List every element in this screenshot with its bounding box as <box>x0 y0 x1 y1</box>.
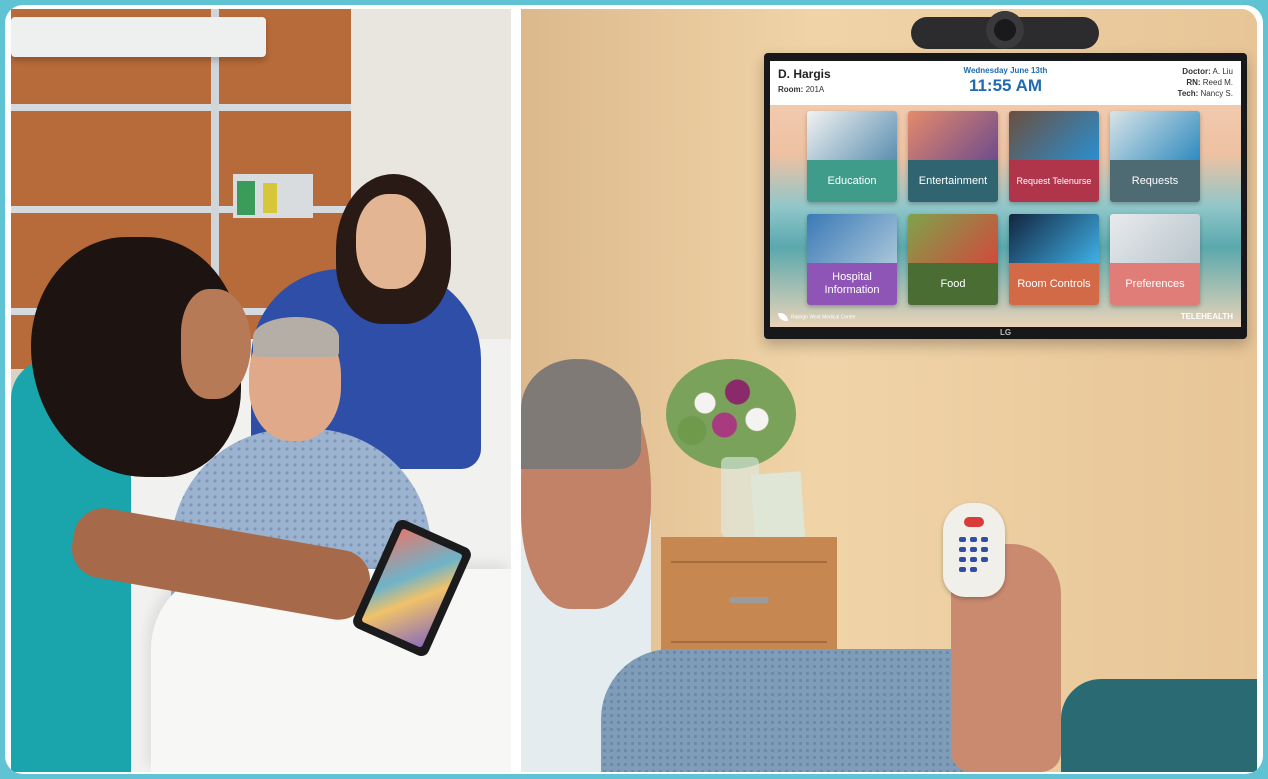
patient-header: D. Hargis Room: 201A Wednesday June 13th… <box>770 61 1241 105</box>
tile-request-telenurse-image <box>1009 111 1099 160</box>
tile-food-image <box>908 214 998 263</box>
rn-value: Reed M. <box>1202 78 1233 87</box>
remote-key-icon <box>981 547 988 552</box>
tv-brand-logo: LG <box>999 328 1012 337</box>
tile-entertainment[interactable]: Entertainment <box>908 111 998 202</box>
blanket <box>1061 679 1257 772</box>
hospital-logo: Raleigh West Medical Center <box>778 313 856 321</box>
rn-row: RN: Reed M. <box>1178 77 1233 88</box>
tile-preferences-image <box>1110 214 1200 263</box>
tile-room-controls-image <box>1009 214 1099 263</box>
patient-hair <box>253 317 339 357</box>
tile-requests-image <box>1110 111 1200 160</box>
tile-hospital-information-image <box>807 214 897 263</box>
remote-key-icon <box>970 547 977 552</box>
tile-education-label: Education <box>807 160 897 202</box>
tile-requests-label: Requests <box>1110 160 1200 202</box>
leaf-icon <box>778 313 788 321</box>
tile-hospital-information-label: Hospital Information <box>807 263 897 305</box>
wall-tv: D. Hargis Room: 201A Wednesday June 13th… <box>764 53 1247 339</box>
tech-label: Tech: <box>1177 89 1199 98</box>
tile-preferences[interactable]: Preferences <box>1110 214 1200 305</box>
tile-room-controls-label: Room Controls <box>1009 263 1099 305</box>
tile-food[interactable]: Food <box>908 214 998 305</box>
rn-label: RN: <box>1186 78 1201 87</box>
tile-food-label: Food <box>908 263 998 305</box>
oxygen-outlet <box>237 181 255 215</box>
tv-screen: D. Hargis Room: 201A Wednesday June 13th… <box>770 61 1241 327</box>
tile-entertainment-image <box>908 111 998 160</box>
remote-key-icon <box>970 537 977 542</box>
drawer-handle <box>729 597 769 603</box>
doctor-label: Doctor: <box>1182 67 1211 76</box>
webcam <box>911 11 1099 49</box>
nurse-face <box>181 289 251 399</box>
remote-key-icon <box>959 567 966 572</box>
tile-preferences-label: Preferences <box>1110 263 1200 305</box>
tech-value: Nancy S. <box>1200 89 1233 98</box>
tile-education-image <box>807 111 897 160</box>
remote-key-icon <box>970 567 977 572</box>
tile-entertainment-label: Entertainment <box>908 160 998 202</box>
photo-patient-watching-tv: D. Hargis Room: 201A Wednesday June 13th… <box>521 9 1257 772</box>
wall-shelf <box>11 17 266 57</box>
remote-key-icon <box>959 557 966 562</box>
doctor-row: Doctor: A. Liu <box>1178 66 1233 77</box>
nurse-call-button-icon <box>964 517 984 527</box>
photo-patient-with-tablet <box>11 9 511 772</box>
care-team: Doctor: A. Liu RN: Reed M. Tech: Nancy S… <box>1178 66 1233 99</box>
remote-key-icon <box>981 537 988 542</box>
greeting-card <box>750 471 806 545</box>
tech-row: Tech: Nancy S. <box>1178 88 1233 99</box>
tile-room-controls[interactable]: Room Controls <box>1009 214 1099 305</box>
visitor-face <box>356 194 426 289</box>
tile-request-telenurse[interactable]: Request Telenurse <box>1009 111 1099 202</box>
photo-collage: D. Hargis Room: 201A Wednesday June 13th… <box>5 5 1263 774</box>
hospital-name: Raleigh West Medical Center <box>791 314 856 321</box>
tile-education[interactable]: Education <box>807 111 897 202</box>
tile-hospital-information[interactable]: Hospital Information <box>807 214 897 305</box>
remote-key-icon <box>981 557 988 562</box>
air-outlet <box>263 183 277 213</box>
remote-key-icon <box>959 547 966 552</box>
doctor-value: A. Liu <box>1212 67 1233 76</box>
tile-request-telenurse-label: Request Telenurse <box>1009 160 1099 202</box>
tile-requests[interactable]: Requests <box>1110 111 1200 202</box>
pillow-speaker-remote <box>943 503 1005 597</box>
telehealth-logo: TELEHEALTH <box>1180 312 1233 321</box>
current-time: 11:55 AM <box>968 76 1043 95</box>
flower-bouquet <box>666 359 796 469</box>
camera-lens-icon <box>986 11 1024 49</box>
remote-key-icon <box>959 537 966 542</box>
current-date: Wednesday June 13th <box>963 66 1048 75</box>
remote-key-icon <box>970 557 977 562</box>
